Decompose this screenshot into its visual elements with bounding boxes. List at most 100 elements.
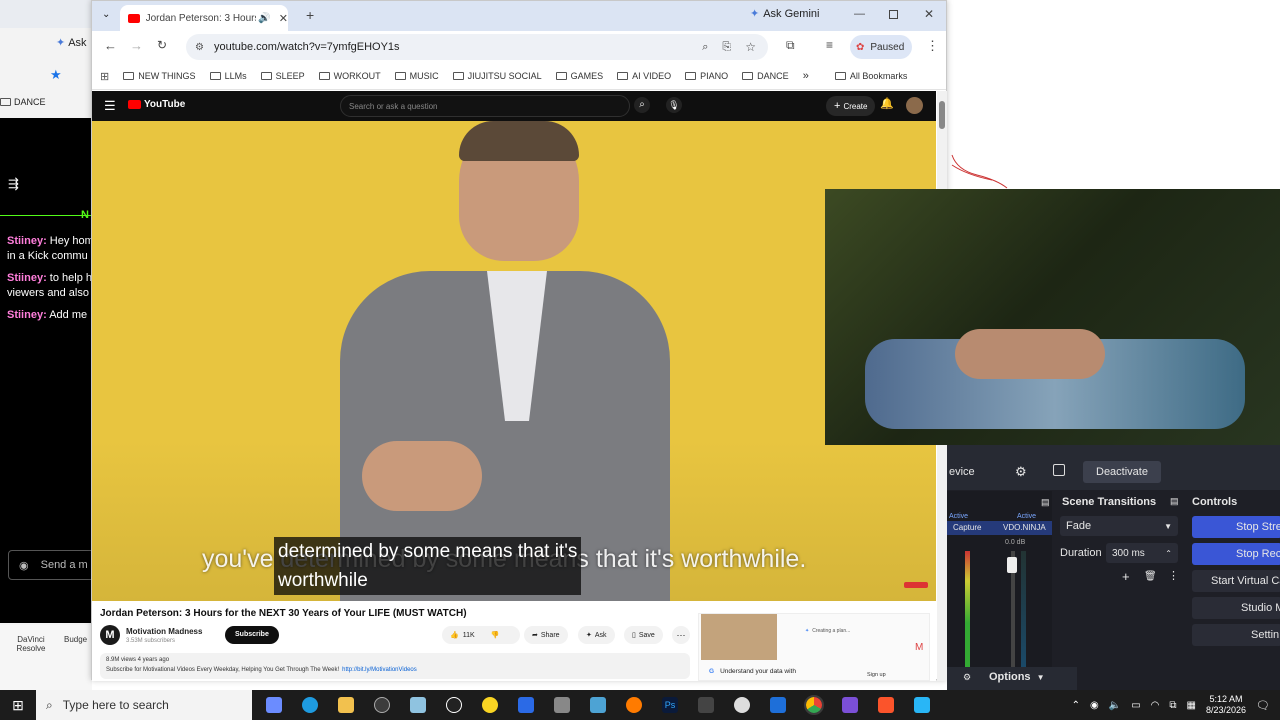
description-box[interactable]: 8.9M views 4 years ago Subscribe for Mot… — [100, 653, 690, 679]
more-actions-icon[interactable]: ⋯ — [672, 626, 690, 644]
bookmark-workout[interactable]: WORKOUT — [318, 71, 381, 81]
zoom-icon[interactable]: ⌕ — [702, 41, 708, 54]
audio-icon[interactable]: 🔊 — [258, 13, 270, 24]
filters-icon[interactable] — [1053, 464, 1065, 476]
brave-icon[interactable] — [878, 697, 894, 713]
advanced-audio-icon[interactable]: ⚙ — [963, 672, 971, 683]
channel-name[interactable]: Motivation Madness — [126, 627, 202, 636]
studio-mode-button[interactable]: Studio M — [1192, 597, 1280, 619]
bookmark-dance[interactable]: DANCE — [742, 71, 789, 81]
bg-ask-tab[interactable]: ✦ Ask — [56, 36, 87, 50]
new-tab-icon[interactable]: + — [306, 7, 314, 23]
ad-signup-button[interactable]: Sign up — [867, 672, 886, 678]
tray-misc-icon[interactable]: ⧉ — [1169, 700, 1176, 711]
description-link[interactable]: http://bit.ly/MotivationVideos — [342, 667, 417, 673]
back-icon[interactable]: ← — [104, 38, 117, 53]
search-icon[interactable]: ⌕ — [634, 97, 650, 113]
settings-app-icon[interactable] — [554, 697, 570, 713]
all-bookmarks[interactable]: All Bookmarks — [834, 71, 907, 81]
channel-avatar[interactable]: M — [100, 625, 120, 645]
settings-gear-icon[interactable]: ⚙ — [1015, 464, 1027, 480]
maximize-icon[interactable] — [889, 10, 898, 19]
microphone-icon[interactable]: 🎙 — [666, 97, 682, 113]
bookmark-star-icon[interactable]: ☆ — [745, 40, 756, 54]
apps-icon[interactable]: ⊞ — [100, 70, 109, 83]
notifications-icon[interactable]: 🔔 — [880, 97, 894, 110]
volume-icon[interactable]: 🔈 — [1109, 700, 1121, 711]
mixer-source-vdo-ninja[interactable]: VDO.NINJA — [1003, 523, 1046, 532]
bookmark-new-things[interactable]: NEW THINGS — [123, 71, 196, 81]
install-icon[interactable]: ⎘ — [722, 41, 731, 54]
create-button[interactable]: + Create — [826, 96, 876, 116]
forward-icon[interactable]: → — [130, 38, 143, 53]
delete-transition-icon[interactable]: 🗑 — [1144, 571, 1157, 582]
davinci-icon[interactable] — [698, 697, 714, 713]
transitions-popout-icon[interactable]: ▤ — [1170, 496, 1179, 507]
transition-select[interactable]: Fade ▼ — [1060, 516, 1178, 536]
extensions-icon[interactable]: ⧉ — [786, 38, 795, 53]
file-explorer-icon[interactable] — [338, 697, 354, 713]
bookmark-ai-video[interactable]: AI VIDEO — [617, 71, 671, 81]
desktop-icon-budget[interactable]: Budge — [64, 635, 87, 644]
clock[interactable]: 5:12 AM 8/23/2026 — [1206, 694, 1246, 716]
like-icon[interactable]: 👍 — [450, 631, 459, 639]
close-window-icon[interactable]: ✕ — [924, 7, 934, 21]
chrome-icon[interactable] — [804, 695, 824, 715]
bookmark-sleep[interactable]: SLEEP — [260, 71, 305, 81]
language-icon[interactable]: ▦ — [1187, 700, 1196, 711]
url-text[interactable]: youtube.com/watch?v=7ymfgEHOY1s — [214, 41, 400, 53]
profile-paused-button[interactable]: ✿ Paused — [850, 35, 912, 59]
bookmark-llms[interactable]: LLMs — [209, 71, 247, 81]
avatar[interactable] — [906, 97, 923, 114]
mixer-popout-icon[interactable]: ▤ — [1041, 497, 1050, 508]
video-player[interactable]: you've determined by some means that it'… — [92, 121, 936, 601]
window-icon[interactable] — [770, 697, 786, 713]
star-icon[interactable]: ★ — [50, 67, 62, 83]
lightbulb-icon[interactable] — [482, 697, 498, 713]
chatgpt-icon[interactable] — [734, 697, 750, 713]
dislike-icon[interactable]: 👎 — [491, 631, 500, 639]
notifications-icon[interactable]: 🗨 — [1256, 699, 1270, 712]
site-info-icon[interactable]: ⚙ — [195, 42, 204, 53]
bookmark-piano[interactable]: PIANO — [685, 71, 728, 81]
stop-recording-button[interactable]: Stop Reco — [1192, 543, 1280, 565]
add-transition-icon[interactable]: + — [1122, 569, 1130, 584]
desktop-icon-davinci[interactable]: DaVinci Resolve — [14, 635, 48, 653]
bookmark-games[interactable]: GAMES — [555, 71, 603, 81]
start-virtual-camera-button[interactable]: Start Virtual Ca — [1192, 570, 1280, 592]
reading-list-icon[interactable]: ≡ — [826, 38, 833, 52]
ad-panel[interactable]: ✦ Creating a plan... M G Understand your … — [698, 613, 930, 681]
close-tab-icon[interactable]: ✕ — [279, 12, 288, 25]
like-count[interactable]: 11K — [463, 632, 475, 639]
tab-search-icon[interactable]: ⌄ — [102, 9, 110, 20]
reload-icon[interactable]: ↻ — [157, 38, 167, 52]
mixer-source-capture[interactable]: Capture — [953, 523, 981, 532]
youtube-search-input[interactable]: Search or ask a question — [340, 95, 630, 117]
ask-button[interactable]: ✦ Ask — [578, 626, 615, 644]
hamburger-menu-icon[interactable]: ☰ — [104, 98, 116, 114]
settings-button[interactable]: Settin — [1192, 624, 1280, 646]
obs-icon[interactable] — [446, 697, 462, 713]
duration-input[interactable]: 300 ms ⌃ — [1106, 543, 1178, 563]
youtube-logo[interactable]: YouTube — [128, 99, 185, 110]
chat-send-input[interactable]: ◉ Send a m — [8, 550, 96, 580]
subscribe-button[interactable]: Subscribe — [225, 626, 279, 644]
minimize-icon[interactable]: — — [854, 8, 865, 20]
share-button[interactable]: ➦ Share — [524, 626, 568, 644]
stop-streaming-button[interactable]: Stop Stre — [1192, 516, 1280, 538]
bg-bookmark-dance[interactable]: DANCE — [0, 97, 46, 107]
windows-start-icon[interactable]: ⊞ — [0, 697, 36, 714]
app-icon-w[interactable] — [914, 697, 930, 713]
save-button[interactable]: ▯ Save — [624, 626, 663, 644]
app-icon-v[interactable] — [842, 697, 858, 713]
wifi-icon[interactable]: ◠ — [1151, 700, 1160, 711]
scrollbar-thumb[interactable] — [939, 101, 945, 129]
docs-icon[interactable] — [518, 697, 534, 713]
notepad-icon[interactable] — [410, 697, 426, 713]
taskbar-search-input[interactable]: ⌕ Type here to search — [36, 690, 252, 720]
stepper-icon[interactable]: ⌃ — [1165, 549, 1172, 558]
firefox-icon[interactable] — [626, 697, 642, 713]
active-tab[interactable]: Jordan Peterson: 3 Hours fo 🔊 ✕ — [120, 5, 288, 31]
network-icon[interactable] — [590, 697, 606, 713]
deactivate-button[interactable]: Deactivate — [1083, 461, 1161, 483]
